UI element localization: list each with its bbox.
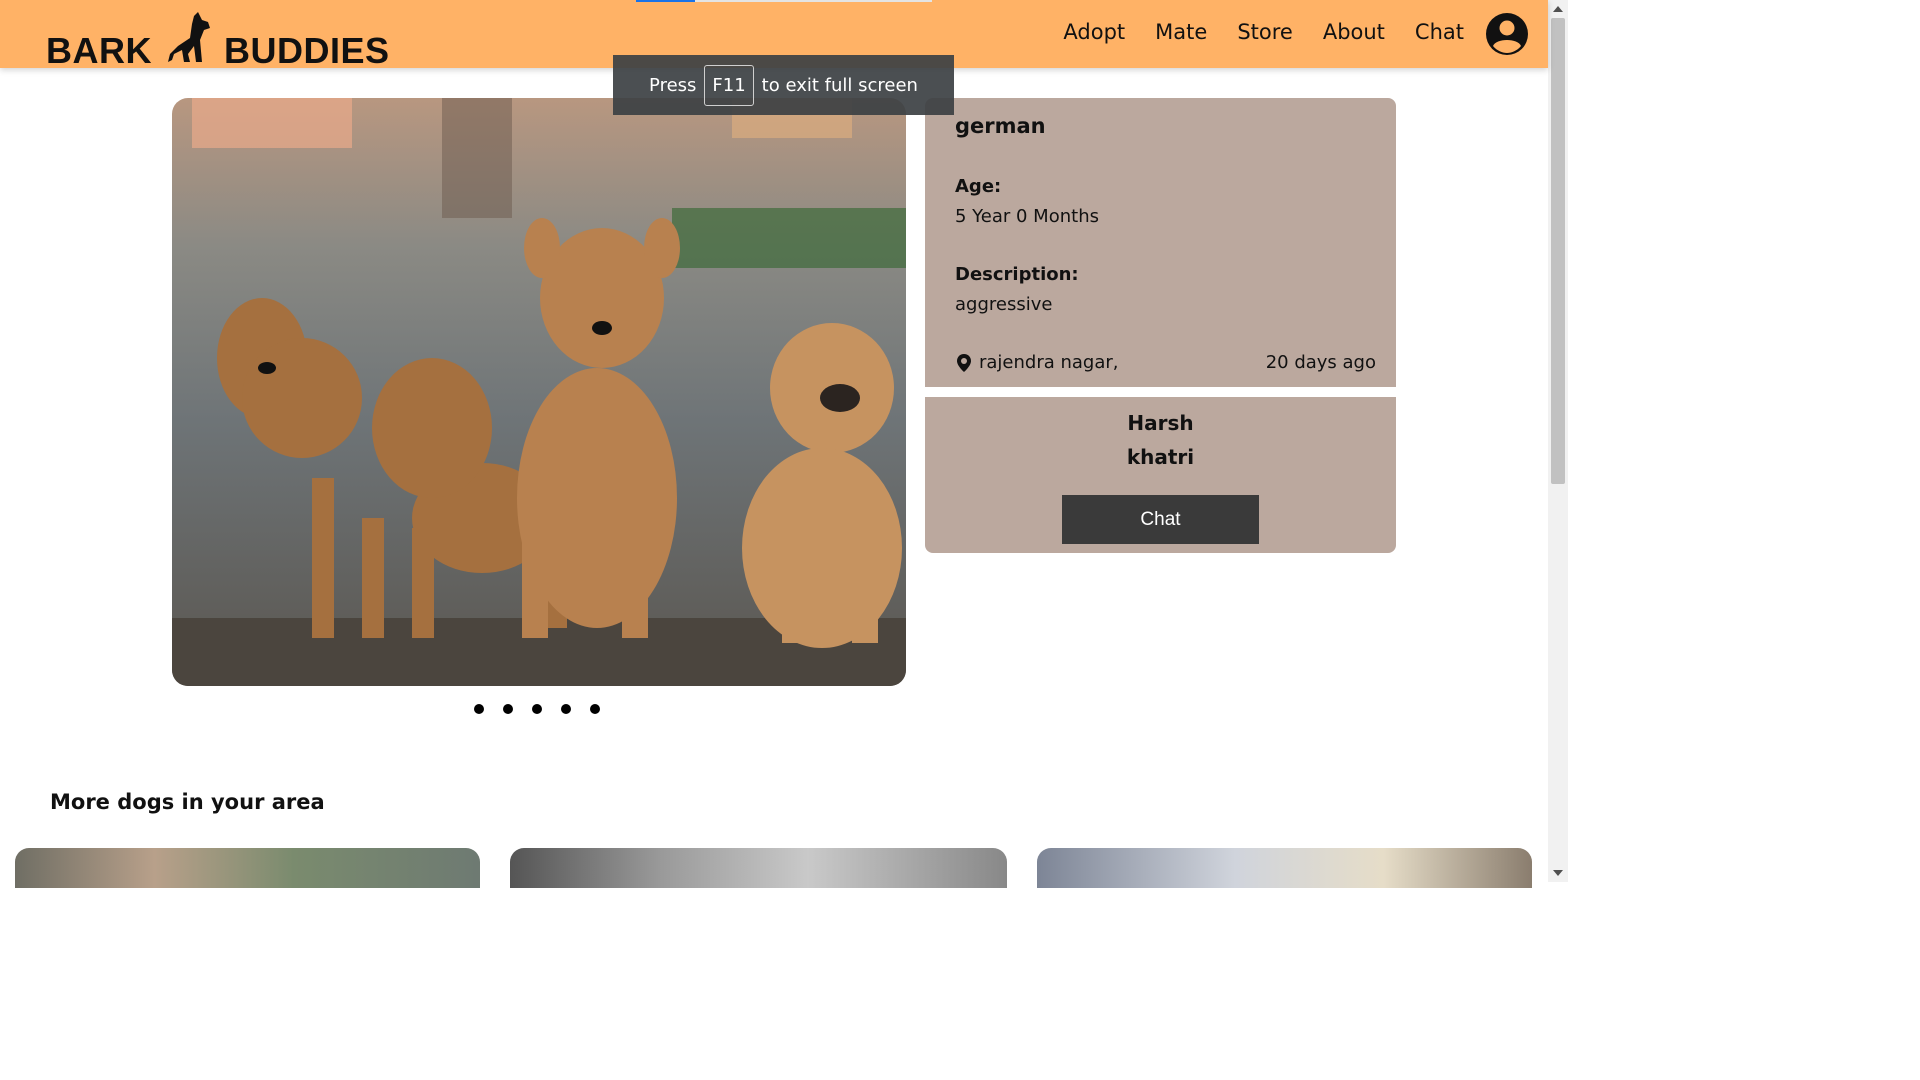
dog-logo-icon [168, 12, 210, 62]
nav-store[interactable]: Store [1237, 20, 1293, 44]
carousel-dots [474, 704, 600, 714]
carousel-dot[interactable] [503, 704, 513, 714]
account-circle-icon[interactable] [1486, 13, 1528, 55]
scroll-thumb[interactable] [1551, 18, 1565, 484]
fullscreen-progress [636, 0, 932, 2]
nav-links: Adopt Mate Store About Chat [1063, 20, 1464, 44]
fullscreen-press: Press [649, 74, 697, 96]
carousel-dot[interactable] [590, 704, 600, 714]
dog-card[interactable] [1037, 848, 1532, 888]
dog-photo[interactable] [172, 98, 906, 686]
age-value: 5 Year 0 Months [955, 206, 1099, 227]
location: rajendra nagar, [955, 352, 1119, 373]
scroll-up-icon[interactable] [1553, 6, 1563, 12]
dog-card[interactable] [510, 848, 1007, 888]
carousel-dot[interactable] [561, 704, 571, 714]
location-pin-icon [957, 353, 971, 372]
more-dogs-title: More dogs in your area [50, 790, 325, 814]
owner-card: Harsh khatri Chat [925, 397, 1396, 553]
owner-first-name: Harsh [1127, 411, 1194, 435]
description-label: Description: [955, 264, 1079, 285]
scroll-down-icon[interactable] [1553, 870, 1563, 876]
brand-right: BUDDIES [224, 30, 390, 71]
location-text: rajendra nagar, [979, 352, 1119, 373]
posted-time: 20 days ago [1265, 352, 1376, 373]
owner-last-name: khatri [1126, 445, 1195, 469]
chat-button[interactable]: Chat [1062, 495, 1259, 544]
carousel-dot[interactable] [532, 704, 542, 714]
dog-info-card: german Age: 5 Year 0 Months Description:… [925, 98, 1396, 387]
fullscreen-notice: Press F11 to exit full screen [613, 55, 954, 115]
nav-adopt[interactable]: Adopt [1063, 20, 1125, 44]
age-label: Age: [955, 176, 1002, 197]
dog-card[interactable] [15, 848, 480, 888]
dog-photo-illustration [172, 98, 906, 686]
brand-left: BARK [46, 30, 152, 71]
nav-chat[interactable]: Chat [1415, 20, 1464, 44]
description-value: aggressive [955, 294, 1053, 315]
fullscreen-rest: to exit full screen [761, 74, 918, 96]
brand-logo[interactable]: BARK BUDDIES [46, 12, 390, 80]
nav-about[interactable]: About [1323, 20, 1385, 44]
nav-mate[interactable]: Mate [1155, 20, 1207, 44]
scrollbar[interactable] [1548, 0, 1568, 882]
carousel-dot[interactable] [474, 704, 484, 714]
fullscreen-key: F11 [704, 64, 754, 106]
breed: german [955, 114, 1046, 138]
